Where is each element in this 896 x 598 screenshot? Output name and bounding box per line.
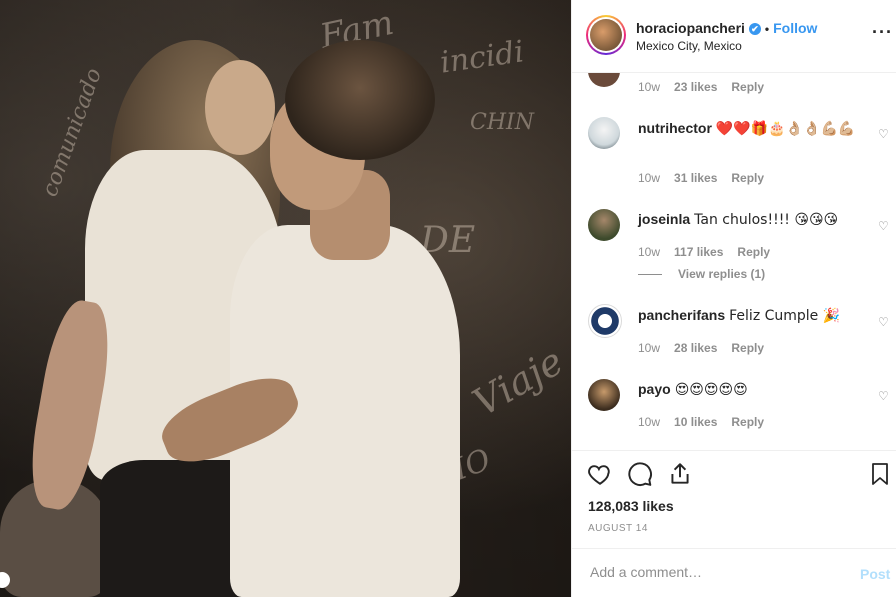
comment-body: Tan chulos!!!! 😘😘😘 (694, 212, 839, 228)
bookmark-icon[interactable] (866, 461, 894, 489)
comment-likes[interactable]: 28 likes (674, 341, 717, 355)
username-link[interactable]: horaciopancheri (636, 20, 745, 36)
post-header: horaciopancheri ✔ • Follow Mexico City, Mex… (572, 0, 896, 73)
view-replies-button[interactable]: View replies (1) (638, 267, 765, 281)
comment-likes[interactable]: 117 likes (674, 245, 723, 259)
avatar[interactable] (586, 15, 626, 55)
location-link[interactable]: Mexico City, Mexico (636, 39, 742, 53)
verified-icon: ✔ (748, 23, 761, 35)
comment-likes[interactable]: 10 likes (674, 415, 717, 429)
post-date[interactable]: AUGUST 14 (588, 523, 648, 534)
comment-text: nutrihector ❤️❤️🎁🎂👌🏼👌🏼💪🏼💪🏼 (638, 119, 878, 138)
comment-text: pancherifans Feliz Cumple 🎉 (638, 306, 878, 325)
comment-likes[interactable]: 31 likes (674, 171, 717, 185)
reply-button[interactable]: Reply (731, 341, 764, 355)
comment-likes[interactable]: 23 likes (674, 80, 717, 94)
comment-username[interactable]: nutrihector (638, 120, 712, 136)
follow-button[interactable]: Follow (773, 20, 817, 36)
like-comment-icon[interactable]: ♡ (878, 315, 889, 329)
like-comment-icon[interactable]: ♡ (878, 127, 889, 141)
like-comment-icon[interactable]: ♡ (878, 219, 889, 233)
comment-meta: 10w 117 likes Reply (638, 245, 770, 259)
comment-body: ❤️❤️🎁🎂👌🏼👌🏼💪🏼💪🏼 (715, 121, 856, 137)
comment-meta: 10w 31 likes Reply (638, 171, 764, 185)
comment-username[interactable]: joseinla (638, 211, 690, 227)
comment-time[interactable]: 10w (638, 245, 660, 259)
comment-meta: 10w 23 likes Reply (638, 80, 764, 94)
avatar[interactable] (588, 304, 622, 338)
man-hair (285, 40, 435, 160)
divider (638, 274, 662, 276)
view-replies-label[interactable]: View replies (1) (678, 267, 765, 281)
comment-meta: 10w 10 likes Reply (638, 415, 764, 429)
comment-username[interactable]: payo (638, 381, 671, 397)
comment-icon[interactable] (626, 461, 654, 489)
like-comment-icon[interactable]: ♡ (878, 389, 889, 403)
heart-icon[interactable] (586, 461, 614, 489)
share-icon[interactable] (666, 461, 694, 489)
reply-button[interactable]: Reply (731, 415, 764, 429)
post-button[interactable]: Post (860, 566, 890, 582)
comment-username[interactable]: pancherifans (638, 307, 725, 323)
comment-meta: 10w 28 likes Reply (638, 341, 764, 355)
comment-text: payo 😍😍😍😍😍 (638, 380, 878, 399)
woman-face (205, 60, 275, 155)
post-photo[interactable]: Fam incidi CHIN DE Viaje HO comunicado (0, 0, 571, 597)
comments-list[interactable]: 10w 23 likes Reply nutrihector ❤️❤️🎁🎂👌🏼👌🏼💪🏼… (572, 73, 896, 450)
comment-body: Feliz Cumple 🎉 (729, 308, 841, 324)
post-sidebar: horaciopancheri ✔ • Follow Mexico City, Mex… (571, 0, 896, 597)
chalk-scribble: CHIN (470, 110, 534, 135)
reply-button[interactable]: Reply (737, 245, 770, 259)
comment-time[interactable]: 10w (638, 341, 660, 355)
avatar[interactable] (588, 379, 620, 411)
reply-button[interactable]: Reply (731, 171, 764, 185)
reply-button[interactable]: Reply (731, 80, 764, 94)
header-line: horaciopancheri ✔ • Follow (636, 20, 817, 36)
comment-input[interactable] (588, 563, 832, 581)
likes-count[interactable]: 128,083 likes (588, 498, 674, 514)
post-actions: 128,083 likes AUGUST 14 (572, 450, 896, 549)
avatar[interactable] (588, 73, 620, 87)
comment-time[interactable]: 10w (638, 415, 660, 429)
comment-body: 😍😍😍😍😍 (674, 382, 748, 398)
comment-time[interactable]: 10w (638, 171, 660, 185)
separator-dot: • (764, 22, 770, 36)
avatar[interactable] (588, 117, 620, 149)
add-comment-bar: Post (572, 548, 896, 598)
comment-time[interactable]: 10w (638, 80, 660, 94)
avatar[interactable] (588, 209, 620, 241)
more-options-icon[interactable]: ··· (872, 22, 893, 43)
comment-text: joseinla Tan chulos!!!! 😘😘😘 (638, 210, 878, 229)
